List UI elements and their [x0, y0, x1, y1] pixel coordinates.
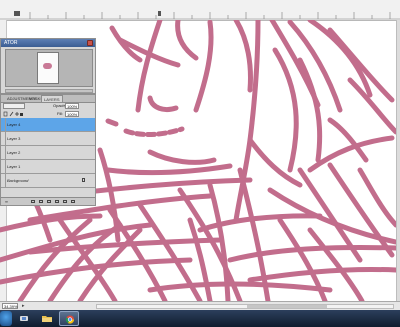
visibility-eye-icon[interactable]	[1, 118, 6, 131]
layer-row-layer-4[interactable]: Layer 4	[1, 118, 95, 132]
network-share-icon	[20, 316, 28, 321]
blend-options-row: Opacity: 100%	[1, 102, 95, 110]
zoom-level-field[interactable]: 34.39%	[2, 303, 18, 309]
lock-icon	[82, 178, 85, 182]
windows-taskbar	[0, 310, 400, 327]
visibility-eye-icon[interactable]	[1, 132, 6, 145]
layer-name: Layer 2	[7, 150, 21, 155]
layer-name: Background	[7, 178, 29, 183]
navigator-title[interactable]: ATOR	[1, 39, 95, 47]
fill-label: Fill:	[57, 111, 64, 116]
horizontal-scrollbar[interactable]	[96, 304, 394, 309]
zoom-slider[interactable]	[5, 89, 93, 93]
status-bar: 34.39% ▸	[0, 301, 400, 310]
explorer-folder-icon	[42, 316, 52, 322]
new-layer-icon[interactable]	[63, 200, 67, 203]
navigator-thumbnail	[37, 52, 59, 84]
adjustment-layer-icon[interactable]	[47, 200, 51, 203]
tab-layers[interactable]: LAYERS	[41, 95, 63, 102]
scrollbar-thumb[interactable]	[247, 305, 327, 308]
ruler-ticks	[0, 11, 400, 20]
navigator-panel: ATOR	[0, 38, 96, 94]
layer-name: Layer 1	[7, 164, 21, 169]
taskbar-chrome-button[interactable]	[59, 311, 79, 326]
layers-panel: ADJUSTMENTS MASKS LAYERS Opacity: 100% F…	[0, 94, 96, 206]
top-ruler	[0, 0, 400, 21]
new-group-icon[interactable]	[55, 200, 59, 203]
chrome-icon	[65, 315, 75, 324]
layer-row-layer-3[interactable]: Layer 3	[1, 132, 95, 146]
thumbnail-sketch	[43, 63, 52, 69]
taskbar-network-button[interactable]	[14, 311, 34, 326]
visibility-eye-icon[interactable]	[1, 160, 6, 173]
layer-row-background[interactable]: Background	[1, 174, 95, 188]
lock-options-row: Fill: 100%	[1, 110, 95, 118]
trash-icon[interactable]	[71, 200, 75, 203]
status-menu-arrow-icon[interactable]: ▸	[22, 303, 25, 309]
windows-start-icon[interactable]	[0, 311, 12, 326]
layer-row-layer-1[interactable]: Layer 1	[1, 160, 95, 174]
layer-style-icon[interactable]	[31, 200, 35, 203]
layer-row-layer-2[interactable]: Layer 2	[1, 146, 95, 160]
add-mask-icon[interactable]	[39, 200, 43, 203]
layer-name: Layer 3	[7, 136, 21, 141]
fill-input[interactable]: 100%	[65, 111, 79, 117]
opacity-input[interactable]: 100%	[65, 103, 79, 109]
layer-name: Layer 4	[7, 122, 21, 127]
close-icon[interactable]	[87, 40, 93, 46]
link-layers-icon[interactable]: ∞	[5, 198, 8, 205]
lock-icons[interactable]	[3, 110, 23, 118]
visibility-eye-icon[interactable]	[1, 146, 6, 159]
layers-footer: ∞	[1, 197, 95, 205]
navigator-preview[interactable]	[5, 49, 93, 87]
visibility-eye-icon[interactable]	[1, 174, 6, 187]
vertical-scrollbar[interactable]	[396, 20, 400, 301]
blend-mode-select[interactable]	[3, 103, 25, 109]
taskbar-explorer-button[interactable]	[37, 311, 57, 326]
